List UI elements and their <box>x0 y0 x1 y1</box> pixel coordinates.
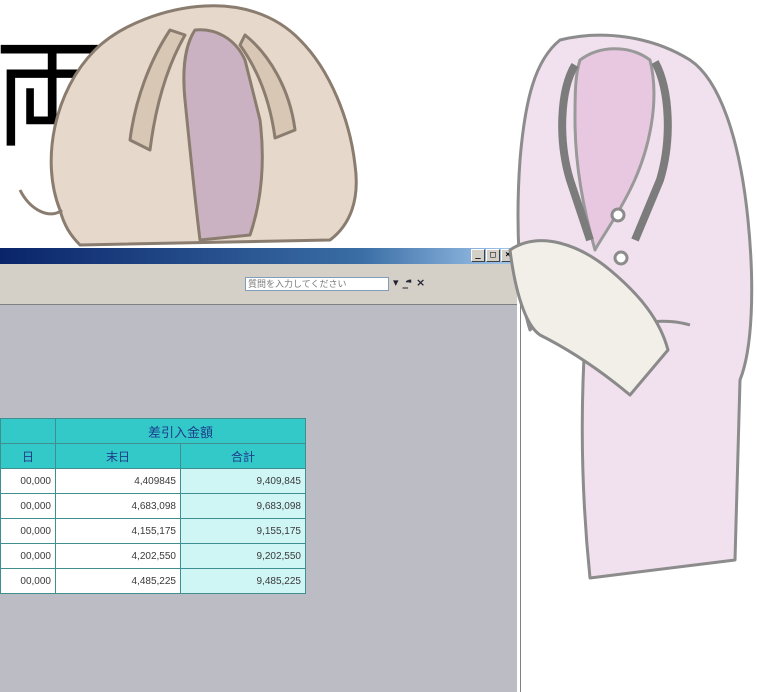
clipart-layer <box>18 4 754 580</box>
beige-jacket-illustration <box>18 4 358 247</box>
pink-jacket-illustration <box>508 33 754 580</box>
